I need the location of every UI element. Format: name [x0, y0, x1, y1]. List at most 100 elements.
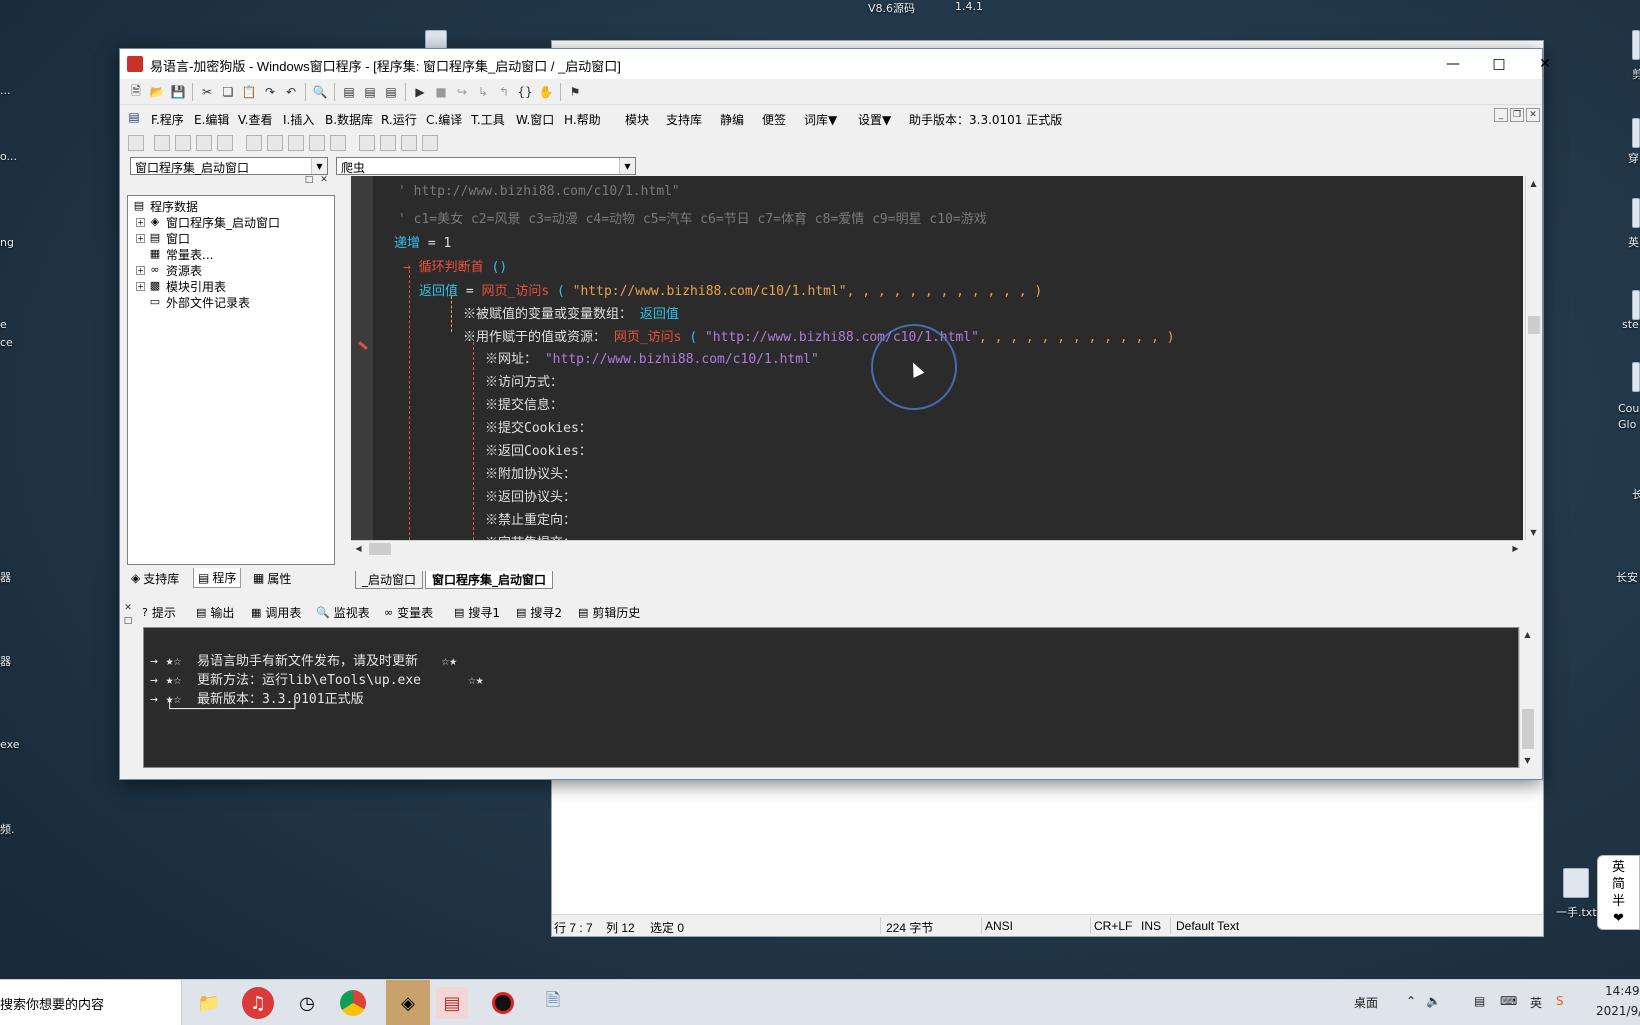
desktop-left-label[interactable]: 器	[0, 653, 11, 669]
mdi-restore-icon[interactable]: ❐	[1510, 108, 1524, 122]
output-panel[interactable]: → ★☆ 易语言助手有新文件发布，请及时更新 ☆★ → ★☆ 更新方法：运行li…	[143, 627, 1519, 768]
code-param-target[interactable]: ※被赋值的变量或变量数组： 返回值	[463, 303, 679, 322]
step-out-icon[interactable]: ↰	[494, 82, 514, 102]
code-param-item[interactable]: ※返回Cookies：	[485, 440, 592, 459]
layout3-icon[interactable]: ▤	[381, 82, 401, 102]
align-icon[interactable]	[246, 135, 262, 151]
menu-insert[interactable]: I.插入	[283, 111, 314, 128]
open-file-icon[interactable]: 📂	[147, 82, 167, 102]
clock-date[interactable]: 2021/9/	[1596, 1004, 1640, 1018]
desktop-left-label[interactable]: ...	[0, 84, 11, 97]
chrome-icon[interactable]	[340, 990, 366, 1016]
align-icon[interactable]	[196, 135, 212, 151]
desktop-right-label[interactable]: ste	[1622, 318, 1639, 331]
desktop-left-label[interactable]: ng	[0, 236, 14, 249]
cut-icon[interactable]: ✂	[197, 82, 217, 102]
tree-item-window[interactable]: + ▤ 窗口	[128, 230, 334, 246]
desktop-right-icon[interactable]	[1632, 362, 1640, 392]
assembly-select[interactable]: 窗口程序集_启动窗口 ▼	[130, 157, 328, 175]
clock-app-icon[interactable]: ◷	[291, 987, 323, 1019]
tab-support-lib[interactable]: ◈ 支持库	[127, 568, 183, 588]
code-param-item[interactable]: ※返回协议头：	[485, 486, 576, 505]
netease-music-icon[interactable]: ♫	[242, 987, 274, 1019]
tab-properties[interactable]: ▦ 属性	[249, 568, 295, 588]
align-icon[interactable]	[309, 135, 325, 151]
ime-width[interactable]: 半	[1598, 893, 1639, 910]
hand-icon[interactable]: ✋	[536, 82, 556, 102]
menu-program[interactable]: F.程序	[151, 111, 184, 128]
menu-tools[interactable]: T.工具	[471, 111, 505, 128]
desktop-right-label[interactable]: 长	[1632, 486, 1640, 502]
panel-pin-icon[interactable]: □	[303, 174, 315, 186]
notepad-icon[interactable]: 🗎	[537, 987, 569, 1019]
align-icon[interactable]	[267, 135, 283, 151]
menu-edit[interactable]: E.编辑	[194, 111, 229, 128]
scroll-thumb[interactable]	[1528, 316, 1540, 334]
record-icon[interactable]	[487, 987, 519, 1019]
code-param-item[interactable]: ※提交Cookies：	[485, 417, 592, 436]
desktop-left-label[interactable]: e	[0, 318, 7, 331]
minimize-button[interactable]: —	[1430, 49, 1476, 79]
maximize-button[interactable]: □	[1476, 49, 1522, 79]
menu-help[interactable]: H.帮助	[564, 111, 601, 128]
align-icon[interactable]	[380, 135, 396, 151]
tab-assembly[interactable]: 窗口程序集_启动窗口	[425, 571, 554, 589]
code-param-item[interactable]: ※字节集提交：	[485, 532, 576, 540]
scroll-down-icon[interactable]: ▼	[1520, 753, 1535, 768]
align-icon[interactable]	[330, 135, 346, 151]
ime-toolbar[interactable]: 英 简 半 ❤	[1597, 855, 1640, 930]
expand-icon[interactable]: +	[136, 233, 145, 243]
braces-icon[interactable]: {}	[515, 82, 535, 102]
clock-time[interactable]: 14:49	[1605, 984, 1640, 998]
output-close-icon[interactable]: ✕	[122, 602, 134, 614]
ime-script[interactable]: 简	[1598, 876, 1639, 893]
desktop-right-label[interactable]: 剪	[1632, 66, 1640, 82]
new-file-icon[interactable]: 🗎	[126, 82, 146, 102]
title-bar[interactable]: 易语言-加密狗版 - Windows窗口程序 - [程序集: 窗口程序集_启动窗…	[120, 49, 1551, 79]
ide-window[interactable]: 易语言-加密狗版 - Windows窗口程序 - [程序集: 窗口程序集_启动窗…	[119, 48, 1551, 780]
align-icon[interactable]	[175, 135, 191, 151]
align-icon[interactable]	[359, 135, 375, 151]
code-param-item[interactable]: ※访问方式：	[485, 371, 563, 390]
project-tree[interactable]: ▤ 程序数据 + ◈ 窗口程序集_启动窗口 + ▤ 窗口 ▦ 常量表... + …	[127, 195, 335, 565]
desktop-left-label[interactable]: 频.	[0, 821, 15, 837]
run-icon[interactable]: ▶	[410, 82, 430, 102]
desktop-right-icon[interactable]	[1632, 118, 1640, 148]
code-param-value[interactable]: ※用作赋于的值或资源： 网页_访问s ( "http://www.bizhi88…	[463, 326, 1175, 345]
stop-icon[interactable]: ■	[431, 82, 451, 102]
save-icon[interactable]: 💾	[168, 82, 188, 102]
desktop-file-icon[interactable]	[425, 30, 447, 50]
redo-icon[interactable]: ↷	[260, 82, 280, 102]
align-icon[interactable]	[217, 135, 233, 151]
ime-lang[interactable]: 英	[1598, 859, 1639, 876]
code-line-loop[interactable]: → 循环判断首 ()	[403, 256, 507, 275]
expand-icon[interactable]: +	[136, 265, 145, 275]
output-scrollbar[interactable]: ▲ ▼	[1519, 627, 1536, 768]
show-desktop-label[interactable]: 桌面	[1354, 994, 1378, 1011]
undo-icon[interactable]: ↶	[281, 82, 301, 102]
code-editor[interactable]: ' http://www.bizhi88.com/c10/1.html" ' c…	[351, 176, 1523, 540]
menu-window[interactable]: W.窗口	[516, 111, 554, 128]
tab-hint[interactable]: ? 提示	[142, 604, 176, 621]
tab-call-table[interactable]: ▦ 调用表	[251, 604, 301, 621]
scroll-up-icon[interactable]: ▲	[1520, 627, 1535, 642]
sogou-icon[interactable]: S	[1556, 994, 1564, 1008]
layout1-icon[interactable]: ▤	[339, 82, 359, 102]
menu-module[interactable]: 模块	[625, 111, 649, 128]
step-into-icon[interactable]: ↳	[473, 82, 493, 102]
desktop-right-label[interactable]: 长安	[1616, 569, 1638, 585]
scroll-right-icon[interactable]: ▶	[1508, 541, 1523, 556]
desktop-left-label[interactable]: ce	[0, 336, 13, 349]
expand-icon[interactable]: +	[136, 217, 145, 227]
close-button[interactable]: ✕	[1522, 49, 1568, 79]
align-icon[interactable]	[401, 135, 417, 151]
mdi-minimize-icon[interactable]: _	[1494, 108, 1508, 122]
code-line-assign[interactable]: 返回值 = 网页_访问s ( "http://www.bizhi88.com/c…	[419, 280, 1042, 299]
menu-lexicon[interactable]: 词库▼	[804, 111, 837, 128]
volume-icon[interactable]: 🔈	[1426, 994, 1441, 1008]
desktop-right-label[interactable]: Cou	[1618, 402, 1639, 415]
scroll-down-icon[interactable]: ▼	[1526, 525, 1541, 540]
mdi-close-icon[interactable]: ✕	[1526, 108, 1540, 122]
helper-icon[interactable]: ⚑	[565, 82, 585, 102]
align-icon[interactable]	[154, 135, 170, 151]
